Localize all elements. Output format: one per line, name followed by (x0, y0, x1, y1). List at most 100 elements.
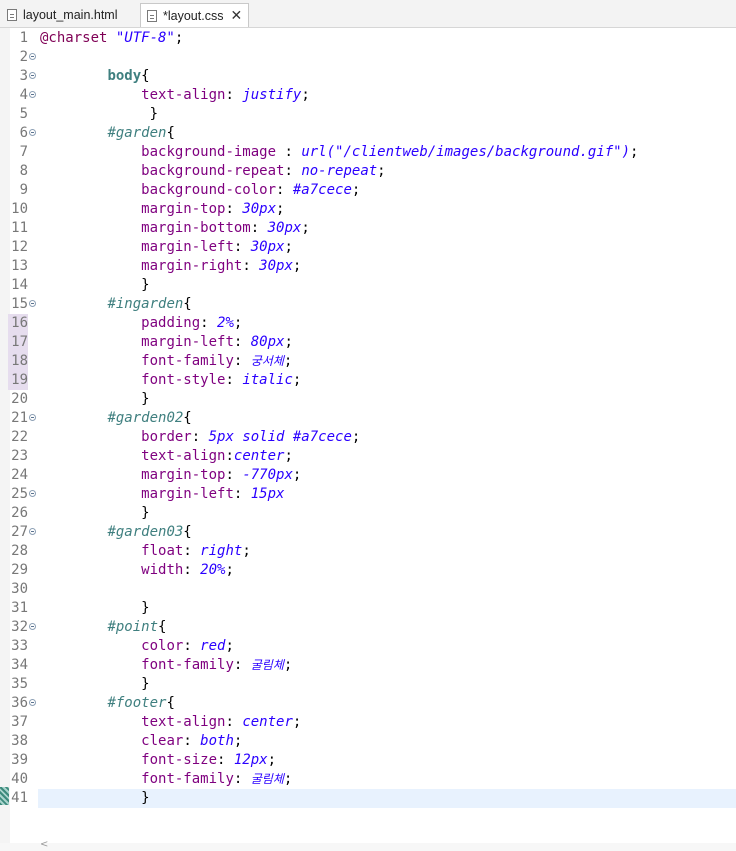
code-line[interactable]: 20 } (0, 390, 736, 409)
tab-layout-css[interactable]: *layout.css ✕ (140, 3, 249, 27)
code-line[interactable]: 24 margin-top: -770px; (0, 466, 736, 485)
scroll-left-arrow-icon[interactable]: < (40, 839, 48, 850)
code-line[interactable]: 26 } (0, 504, 736, 523)
line-number: 34 (11, 657, 28, 673)
code-token: : (191, 429, 209, 445)
code-text: padding: 2%; (40, 314, 242, 333)
fold-collapse-icon[interactable] (29, 300, 36, 307)
code-line[interactable]: 40 font-family: 굴림체; (0, 770, 736, 789)
code-token: center (233, 448, 285, 464)
code-line[interactable]: 13 margin-right: 30px; (0, 257, 736, 276)
code-line[interactable]: 12 margin-left: 30px; (0, 238, 736, 257)
code-token: ; (630, 144, 639, 160)
code-line[interactable]: 34 font-family: 굴림체; (0, 656, 736, 675)
code-line[interactable]: 39 font-size: 12px; (0, 751, 736, 770)
code-token: 80px (250, 334, 285, 350)
code-text: margin-right: 30px; (40, 257, 301, 276)
code-line[interactable]: 5 } (0, 105, 736, 124)
code-line[interactable]: 25 margin-left: 15px (0, 485, 736, 504)
code-line[interactable]: 28 float: right; (0, 542, 736, 561)
fold-collapse-icon[interactable] (29, 699, 36, 706)
fold-collapse-icon[interactable] (29, 623, 36, 630)
code-line[interactable]: 36 #footer{ (0, 694, 736, 713)
code-token: ; (292, 372, 302, 388)
code-line[interactable]: 6 #garden{ (0, 124, 736, 143)
code-line[interactable]: 1 @charset "UTF-8"; (0, 29, 736, 48)
code-line[interactable]: 3 body{ (0, 67, 736, 86)
code-token: ; (351, 429, 361, 445)
line-number: 29 (11, 562, 28, 578)
code-line[interactable]: 30 (0, 580, 736, 599)
code-token: margin-right (141, 258, 243, 274)
code-token: background-image (141, 144, 277, 160)
code-line[interactable]: 31 } (0, 599, 736, 618)
code-line[interactable]: 38 clear: both; (0, 732, 736, 751)
code-line[interactable]: 23 text-align:center; (0, 447, 736, 466)
code-token: border (141, 429, 192, 445)
code-token: : (225, 87, 243, 103)
code-line[interactable]: 10 margin-top: 30px; (0, 200, 736, 219)
code-line[interactable]: 11 margin-bottom: 30px; (0, 219, 736, 238)
code-line[interactable]: 18 font-family: 궁서체; (0, 352, 736, 371)
code-token: ; (267, 752, 277, 768)
code-line[interactable]: 17 margin-left: 80px; (0, 333, 736, 352)
code-text: margin-left: 15px (40, 485, 284, 504)
code-token: ; (284, 239, 293, 255)
line-number: 23 (11, 448, 28, 464)
code-line[interactable]: 8 background-repeat: no-repeat; (0, 162, 736, 181)
code-line[interactable]: 41 } (0, 789, 736, 808)
fold-collapse-icon[interactable] (29, 72, 36, 79)
horizontal-scrollbar[interactable]: < (0, 839, 736, 851)
code-token: ; (225, 562, 234, 578)
code-line[interactable]: 29 width: 20%; (0, 561, 736, 580)
code-token: -770px (242, 467, 293, 483)
line-number: 31 (11, 600, 28, 616)
code-token: ; (283, 771, 293, 787)
code-token: : (200, 315, 218, 331)
fold-collapse-icon[interactable] (29, 490, 36, 497)
code-line[interactable]: 15 #ingarden{ (0, 295, 736, 314)
code-text: } (40, 276, 149, 295)
code-text: margin-left: 80px; (40, 333, 293, 352)
fold-collapse-icon[interactable] (29, 528, 36, 535)
code-text: } (40, 789, 149, 808)
code-line[interactable]: 7 background-image : url("/clientweb/ima… (0, 143, 736, 162)
code-text: font-style: italic; (40, 371, 301, 390)
close-icon[interactable]: ✕ (230, 9, 242, 23)
code-line[interactable]: 19 font-style: italic; (0, 371, 736, 390)
code-line[interactable]: 35 } (0, 675, 736, 694)
tab-label: layout_main.html (23, 8, 118, 22)
fold-collapse-icon[interactable] (29, 91, 36, 98)
code-token: 궁서체 (250, 354, 284, 368)
code-token: clear (141, 733, 184, 749)
code-line[interactable]: 32 #point{ (0, 618, 736, 637)
code-line[interactable]: 27 #garden03{ (0, 523, 736, 542)
code-line[interactable]: 21 #garden02{ (0, 409, 736, 428)
fold-collapse-icon[interactable] (29, 414, 36, 421)
code-line[interactable]: 16 padding: 2%; (0, 314, 736, 333)
code-line[interactable]: 4 text-align: justify; (0, 86, 736, 105)
fold-collapse-icon[interactable] (29, 53, 36, 60)
file-icon (7, 9, 17, 21)
code-token: width (141, 562, 184, 578)
fold-collapse-icon[interactable] (29, 129, 36, 136)
line-number: 14 (11, 277, 28, 293)
code-line[interactable]: 33 color: red; (0, 637, 736, 656)
code-line[interactable]: 14 } (0, 276, 736, 295)
code-line[interactable]: 37 text-align: center; (0, 713, 736, 732)
tab-layout-main-html[interactable]: layout_main.html (3, 3, 136, 27)
code-text: body{ (40, 67, 149, 86)
code-line[interactable]: 9 background-color: #a7cece; (0, 181, 736, 200)
code-token: ; (174, 30, 184, 46)
code-line[interactable]: 22 border: 5px solid #a7cece; (0, 428, 736, 447)
code-line[interactable]: 2 (0, 48, 736, 67)
